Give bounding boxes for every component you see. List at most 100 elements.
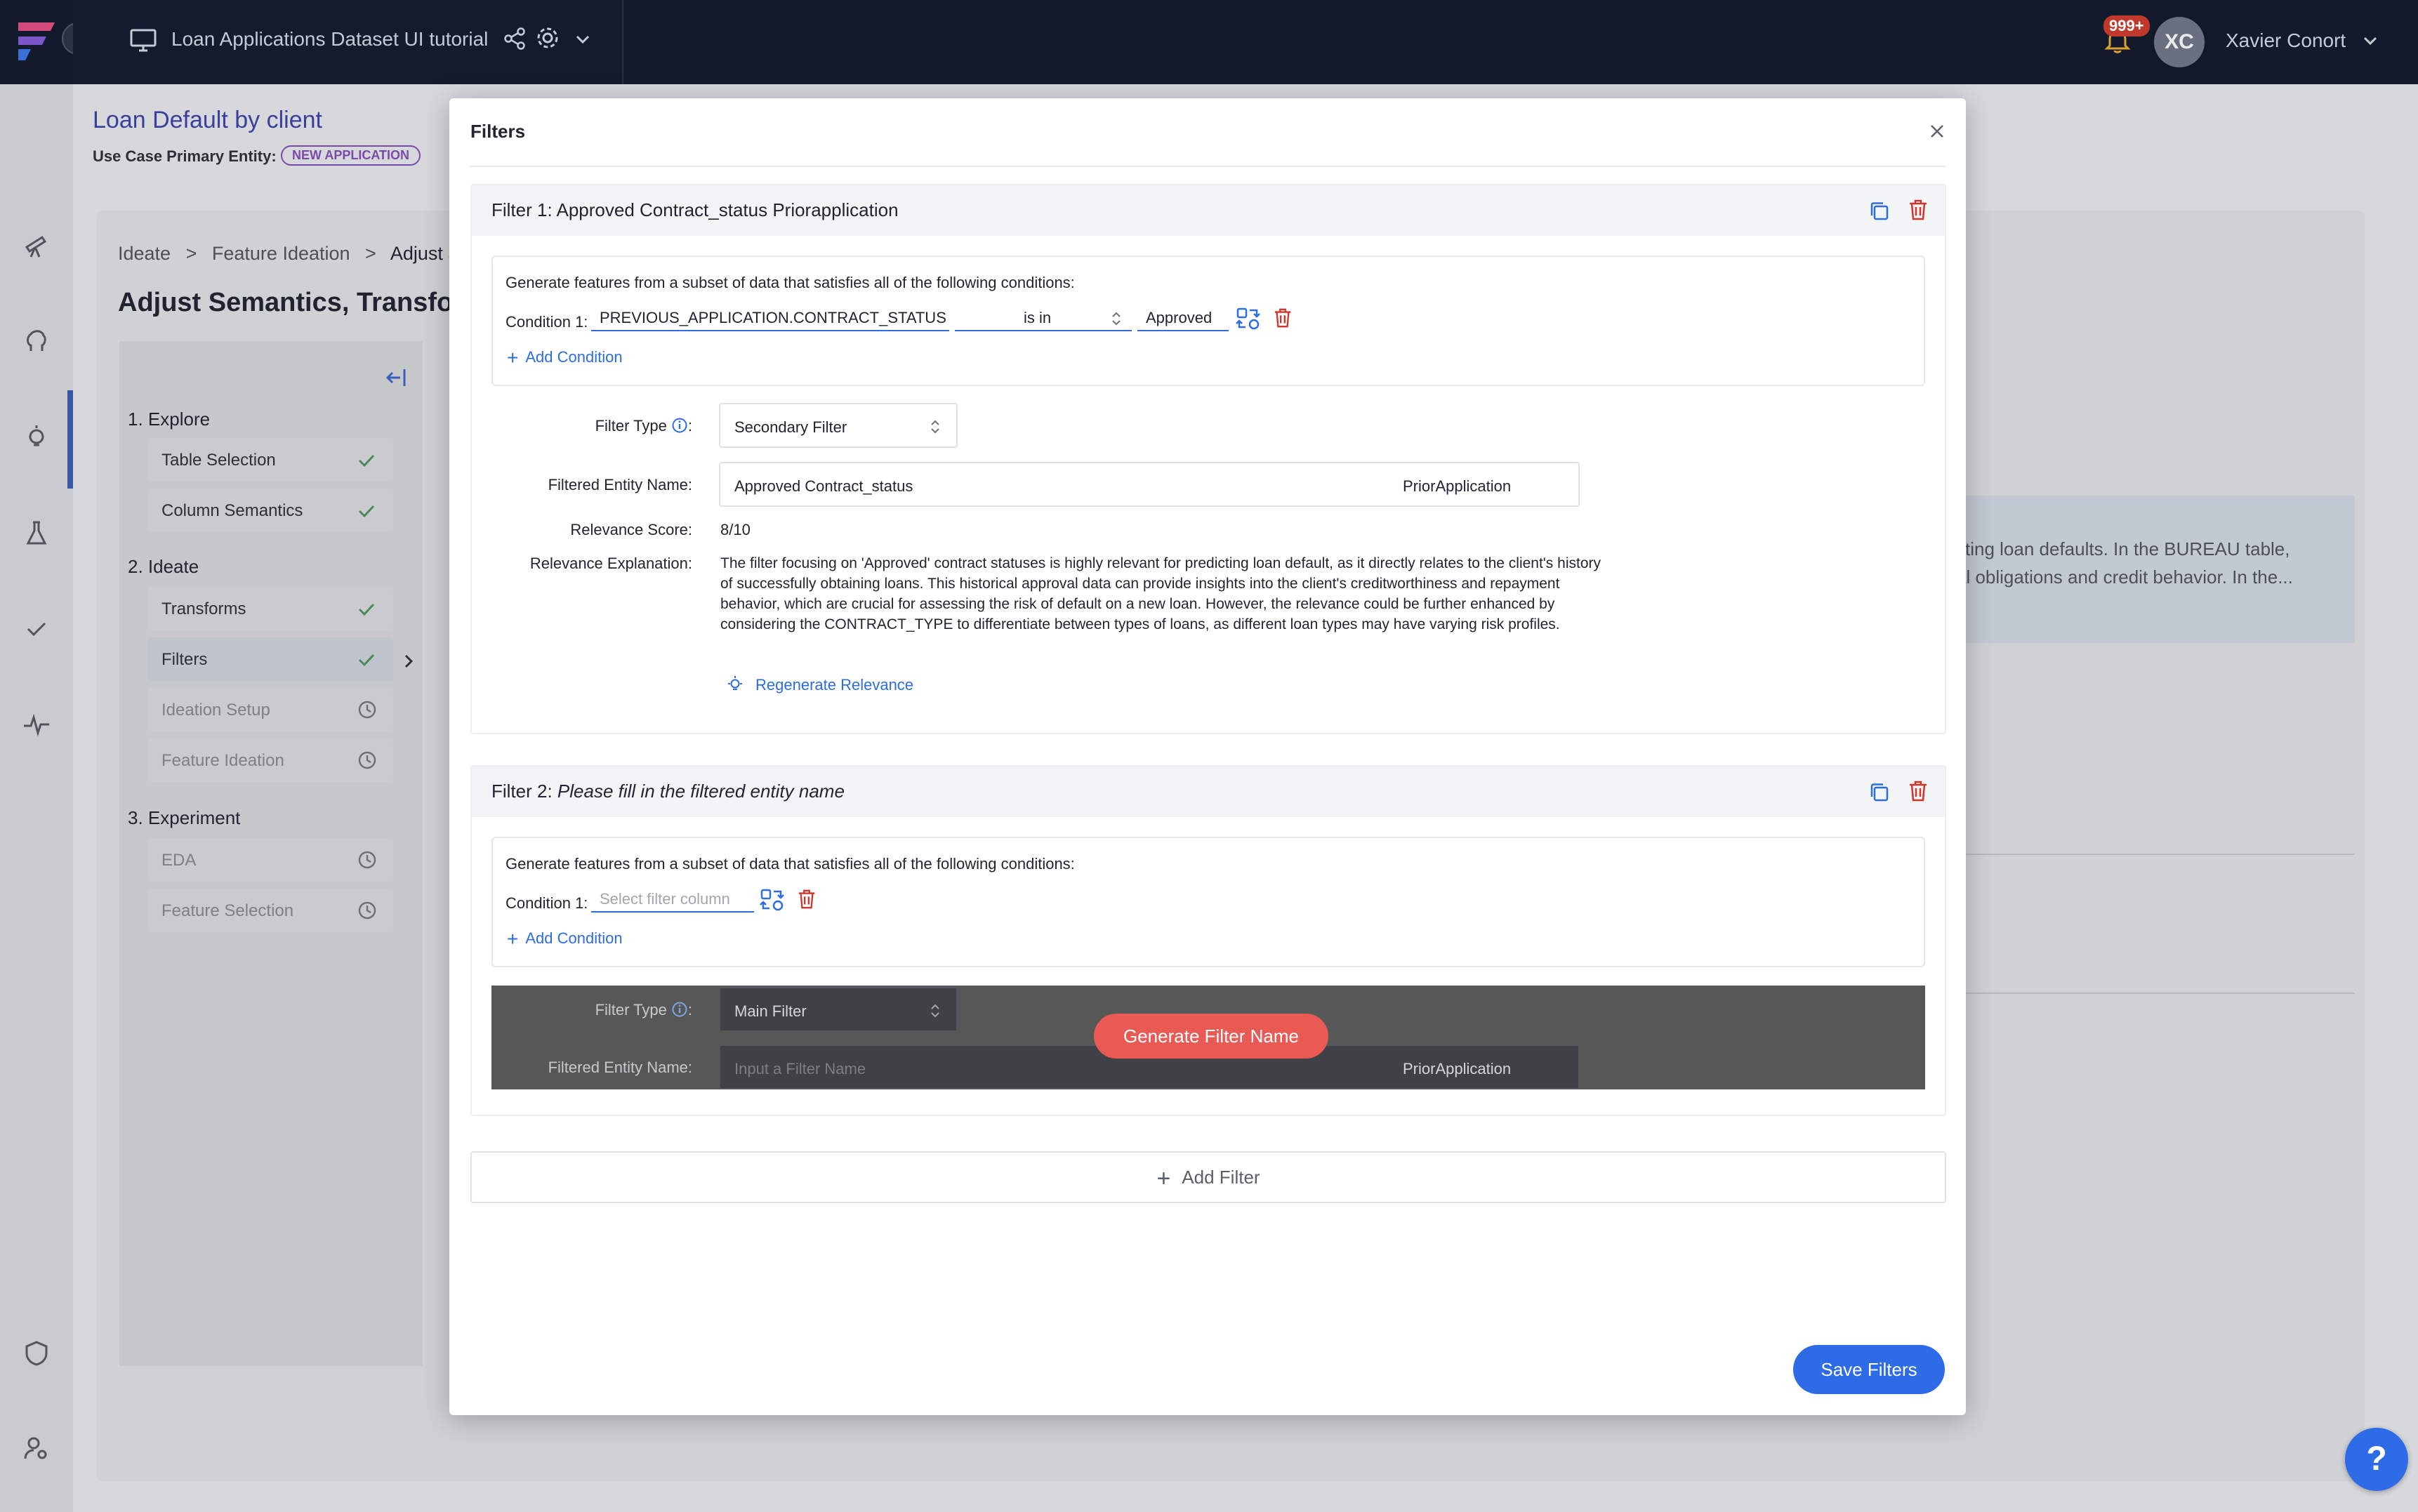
- flask-icon[interactable]: [21, 518, 52, 549]
- clock-icon: [358, 751, 376, 769]
- step-label: Transforms: [161, 599, 246, 618]
- top-bar: › Loan Applications Dataset UI tutorial …: [0, 0, 2418, 84]
- save-filters-button[interactable]: Save Filters: [1793, 1345, 1945, 1394]
- add-condition-label: Add Condition: [525, 929, 623, 947]
- entity-name-placeholder: Input a Filter Name: [734, 1060, 866, 1077]
- step-feature-selection[interactable]: Feature Selection: [147, 889, 393, 932]
- avatar[interactable]: XC: [2154, 17, 2205, 67]
- bulb-icon: [728, 676, 742, 690]
- step-heading-ideate: 2. Ideate: [128, 556, 199, 577]
- section-title: Adjust Semantics, Transfor: [118, 288, 464, 317]
- workspace-title-area: Loan Applications Dataset UI tutorial: [73, 0, 623, 84]
- step-heading-explore: 1. Explore: [128, 409, 211, 430]
- copy-icon[interactable]: [1868, 781, 1891, 804]
- chevron-down-icon[interactable]: [573, 29, 593, 49]
- share-icon[interactable]: [503, 27, 527, 51]
- condition-value-input[interactable]: Approved: [1137, 303, 1229, 331]
- swap-icon[interactable]: [1236, 306, 1261, 331]
- user-name[interactable]: Xavier Conort: [2226, 29, 2346, 52]
- chevron-right-icon: [404, 654, 414, 668]
- swap-icon[interactable]: [760, 887, 785, 913]
- rail-active-indicator: [67, 390, 73, 489]
- filter-type-value: Secondary Filter: [734, 418, 847, 436]
- filter-card-1: Filter 1: Approved Contract_status Prior…: [470, 184, 1946, 734]
- check-icon: [358, 654, 375, 667]
- filter-title-name: Approved Contract_status Priorapplicatio…: [556, 199, 899, 220]
- step-label: Filters: [161, 650, 208, 669]
- info-icon[interactable]: [671, 417, 688, 434]
- condition-operator-select[interactable]: is in: [955, 303, 1132, 331]
- condition-label: Condition 1:: [506, 894, 588, 912]
- check-icon: [358, 603, 375, 616]
- divider: [1966, 854, 2355, 855]
- filter-type-select[interactable]: Secondary Filter: [719, 403, 958, 448]
- info-icon[interactable]: [671, 1001, 688, 1018]
- relevance-score-label: Relevance Score:: [570, 521, 692, 538]
- add-filter-text: Add Filter: [1182, 1167, 1260, 1188]
- generate-filter-name-button[interactable]: Generate Filter Name: [1094, 1014, 1328, 1059]
- step-eda[interactable]: EDA: [147, 838, 393, 882]
- logo-icon[interactable]: [15, 15, 58, 65]
- step-column-semantics[interactable]: Column Semantics: [147, 489, 393, 532]
- user-search-icon[interactable]: [21, 1433, 52, 1464]
- condition-column-select[interactable]: PREVIOUS_APPLICATION.CONTRACT_STATUS: [591, 303, 949, 331]
- operator-value: is in: [1024, 309, 1052, 326]
- check-icon: [358, 454, 375, 467]
- entity-name-label: Filtered Entity Name:: [548, 476, 692, 493]
- conditions-intro: Generate features from a subset of data …: [506, 855, 1075, 873]
- trash-icon[interactable]: [796, 887, 817, 911]
- telescope-icon[interactable]: [21, 229, 52, 260]
- breadcrumb: Ideate > Feature Ideation > Adjust S: [118, 243, 461, 265]
- add-condition-button[interactable]: + Add Condition: [507, 928, 623, 950]
- trash-icon[interactable]: [1907, 198, 1929, 222]
- pulse-icon[interactable]: [21, 709, 52, 740]
- regenerate-relevance-button[interactable]: Regenerate Relevance: [726, 675, 913, 694]
- relevance-explanation-text: The filter focusing on 'Approved' contra…: [720, 555, 1601, 632]
- step-table-selection[interactable]: Table Selection: [147, 438, 393, 482]
- divider: [470, 166, 1945, 167]
- condition-column-select[interactable]: Select filter column: [591, 884, 754, 913]
- check-icon: [358, 505, 375, 518]
- collapse-left-icon[interactable]: [383, 365, 409, 390]
- breadcrumb-separator: >: [365, 243, 376, 264]
- relevance-score-value: 8/10: [720, 521, 751, 538]
- shield-icon[interactable]: [21, 1338, 52, 1369]
- breadcrumb-item[interactable]: Feature Ideation: [212, 243, 350, 264]
- notification-badge: 999+: [2103, 15, 2150, 37]
- brain-icon[interactable]: [21, 326, 52, 357]
- help-button[interactable]: ?: [2345, 1428, 2408, 1491]
- trash-icon[interactable]: [1907, 779, 1929, 803]
- filter-type-select[interactable]: Main Filter: [719, 987, 958, 1032]
- clock-icon: [358, 701, 376, 719]
- step-ideation-setup[interactable]: Ideation Setup: [147, 688, 393, 731]
- modal-title: Filters: [470, 121, 526, 142]
- app-title: Loan Applications Dataset UI tutorial: [171, 28, 489, 50]
- background-info-line: cting loan defaults. In the BUREAU table…: [1956, 538, 2290, 559]
- overlay-content: Filter Type: Main Filter Filtered Entity…: [491, 986, 1925, 1089]
- check-icon[interactable]: [21, 614, 52, 644]
- add-condition-button[interactable]: + Add Condition: [507, 347, 623, 369]
- gear-icon[interactable]: [535, 25, 560, 51]
- filter-type-text: Filter Type: [595, 1001, 667, 1019]
- step-feature-ideation[interactable]: Feature Ideation: [147, 738, 393, 782]
- condition-label: Condition 1:: [506, 313, 588, 331]
- step-filters[interactable]: Filters: [147, 637, 393, 681]
- filter-type-text: Filter Type: [595, 417, 667, 435]
- trash-icon[interactable]: [1272, 306, 1293, 330]
- step-transforms[interactable]: Transforms: [147, 587, 393, 630]
- step-label: Column Semantics: [161, 501, 303, 520]
- plus-icon: +: [1156, 1165, 1171, 1192]
- step-label: Feature Selection: [161, 901, 294, 920]
- copy-icon[interactable]: [1868, 199, 1891, 223]
- step-label: Table Selection: [161, 451, 276, 470]
- bulb-icon[interactable]: [21, 423, 52, 453]
- clock-icon: [358, 901, 376, 920]
- add-filter-label: + Add Filter: [472, 1153, 1945, 1203]
- chevron-down-icon[interactable]: [2360, 31, 2380, 51]
- add-condition-label: Add Condition: [525, 348, 623, 366]
- entity-name-input[interactable]: Approved Contract_status PriorApplicatio…: [719, 462, 1580, 507]
- close-icon[interactable]: [1928, 122, 1946, 140]
- conditions-box: Generate features from a subset of data …: [491, 837, 1925, 967]
- breadcrumb-item[interactable]: Ideate: [118, 243, 171, 264]
- add-filter-button[interactable]: + Add Filter: [470, 1151, 1946, 1203]
